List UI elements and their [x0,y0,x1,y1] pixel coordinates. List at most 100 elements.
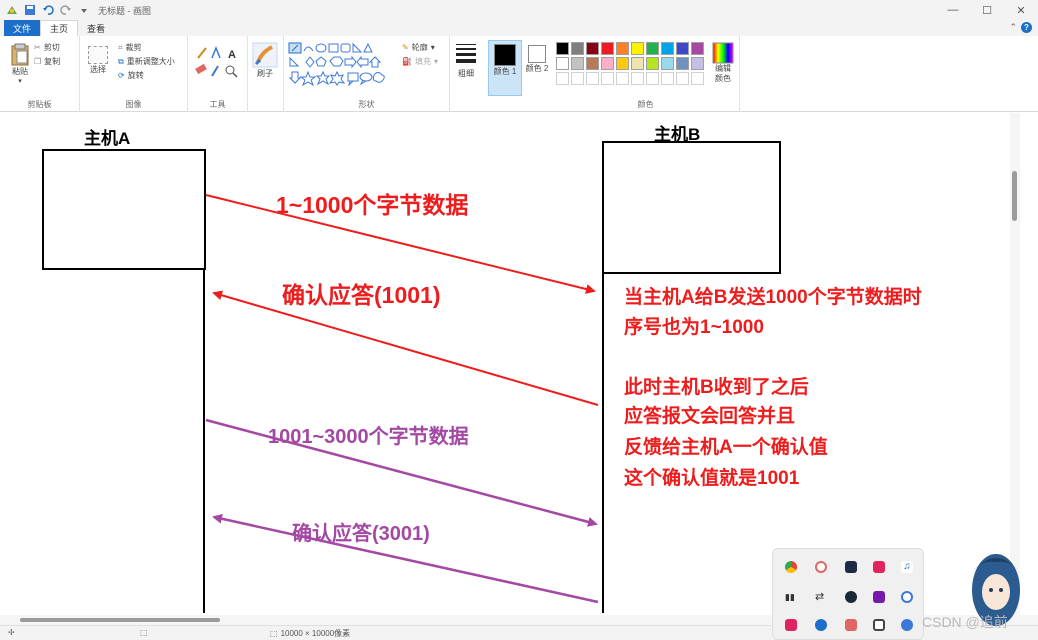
selection-icon: ⬚ [140,628,148,637]
bluetooth-icon[interactable] [815,619,827,631]
custom-color-swatch[interactable] [646,72,659,85]
paste-icon [11,43,29,66]
palette-swatch[interactable] [691,57,704,70]
resize-icon: ⧉ [118,56,124,66]
fill-label: 填充 [414,57,431,66]
palette-swatch[interactable] [646,42,659,55]
redo-icon[interactable] [60,4,72,16]
custom-color-swatch[interactable] [691,72,704,85]
resize-button[interactable]: ⧉ 重新调整大小 [118,56,175,67]
palette-swatch[interactable] [586,57,599,70]
palette-swatch[interactable] [676,57,689,70]
cortana-icon[interactable] [901,591,913,603]
palette-swatch[interactable] [646,57,659,70]
color-wheel-icon [712,42,734,64]
customize-dropdown-icon[interactable] [78,4,90,16]
size-button[interactable]: 粗细 [454,42,478,79]
select-button[interactable]: 选择 [88,46,108,75]
palette-swatch[interactable] [691,42,704,55]
custom-color-swatch[interactable] [586,72,599,85]
app-red-icon[interactable] [785,619,797,631]
colors-group-label: 颜色 [637,100,654,109]
crop-button[interactable]: ⌗ 裁剪 [118,42,142,53]
color1-button[interactable]: 颜色 1 [488,40,522,96]
crop-label: 裁剪 [125,43,142,52]
cut-button[interactable]: ✂ 剪切 [34,42,60,53]
close-button[interactable]: ✕ [1004,0,1038,20]
app-dark-icon[interactable] [845,561,857,573]
paste-button[interactable]: 粘贴 ▾ [10,42,30,85]
sync-icon[interactable] [815,561,827,573]
maximize-button[interactable]: ☐ [970,0,1004,20]
tab-file[interactable]: 文件 [4,20,41,36]
palette-swatch[interactable] [571,42,584,55]
palette-swatch[interactable] [676,42,689,55]
window-icon[interactable] [873,619,885,631]
custom-color-swatch[interactable] [556,72,569,85]
color2-button[interactable]: 颜色 2 [522,40,552,96]
outline-button[interactable]: ✎ 轮廓 ▾ [402,42,435,53]
help-icon[interactable]: ? [1021,22,1032,33]
steam-icon[interactable] [845,591,857,603]
custom-color-swatch[interactable] [616,72,629,85]
palette-swatch[interactable] [556,57,569,70]
tab-view[interactable]: 查看 [78,20,114,36]
undo-icon[interactable] [42,4,54,16]
palette-swatch[interactable] [616,57,629,70]
minimize-button[interactable]: — [936,0,970,20]
canvas-size: ⬚ 10000 × 10000像素 [270,628,350,639]
horizontal-scroll-thumb[interactable] [20,618,220,622]
switch-icon[interactable]: ⇄ [815,591,827,603]
shapes-gallery[interactable] [288,42,406,86]
app-orange-icon[interactable] [845,619,857,631]
image-group-label: 图像 [125,100,142,109]
onenote-icon[interactable] [873,591,885,603]
host-a-box [42,149,206,270]
custom-color-swatch[interactable] [571,72,584,85]
custom-color-swatch[interactable] [661,72,674,85]
custom-color-swatch[interactable] [676,72,689,85]
save-icon[interactable] [24,4,36,16]
tools-icons[interactable]: A [192,42,248,82]
edit-colors-button[interactable]: 编辑颜色 [712,42,734,84]
palette-swatch[interactable] [631,57,644,70]
brushes-label: 刷子 [257,69,273,78]
palette-swatch[interactable] [571,57,584,70]
cursor-position: ✢ [8,628,15,637]
palette-swatch[interactable] [601,42,614,55]
collapse-ribbon-icon[interactable]: ⌃ [1009,22,1017,33]
canvas-size-icon: ⬚ [270,629,278,638]
chrome-icon[interactable] [785,561,797,573]
palette-swatch[interactable] [661,42,674,55]
app-pink-icon[interactable] [873,561,885,573]
copy-button[interactable]: ❐ 复制 [34,56,60,67]
selection-size: ⬚ [140,628,148,637]
ack-label-1: 确认应答(1001) [282,282,440,308]
fill-button[interactable]: ⛽ 填充 ▾ [402,56,438,67]
drawing-canvas[interactable]: 主机A 主机B 1~1000个字节数据 确认应答(1001) 当主机A给B发送1… [10,113,1010,613]
palette-swatch[interactable] [661,57,674,70]
music-icon[interactable]: ♫ [901,561,913,573]
rotate-button[interactable]: ⟳ 旋转 [118,70,144,81]
colors-group: 编辑颜色 颜色 [552,36,740,112]
copy-icon: ❐ [34,57,42,66]
ack-arrow-1 [212,290,599,406]
vertical-scroll-thumb[interactable] [1012,171,1017,221]
palette-swatch[interactable] [601,57,614,70]
brushes-button[interactable]: 刷子 [252,42,278,79]
custom-color-swatch[interactable] [631,72,644,85]
palette-swatch[interactable] [631,42,644,55]
shield-icon[interactable] [901,619,913,631]
note-line-6: 这个确认值就是1001 [624,466,800,489]
ribbon: 粘贴 ▾ ✂ 剪切 ❐ 复制 剪贴板 选择 ⌗ 裁剪 ⧉ 重新调整大小 ⟳ 旋转 [0,36,1038,112]
custom-color-swatch[interactable] [601,72,614,85]
bar-chart-icon[interactable]: ▮▮ [785,591,797,603]
tab-home[interactable]: 主页 [40,20,79,36]
shapes-group-label: 形状 [358,100,375,109]
select-icon [88,46,108,64]
resize-label: 重新调整大小 [126,57,175,66]
clipboard-group: 粘贴 ▾ ✂ 剪切 ❐ 复制 剪贴板 [0,36,80,112]
palette-swatch[interactable] [556,42,569,55]
palette-swatch[interactable] [616,42,629,55]
palette-swatch[interactable] [586,42,599,55]
